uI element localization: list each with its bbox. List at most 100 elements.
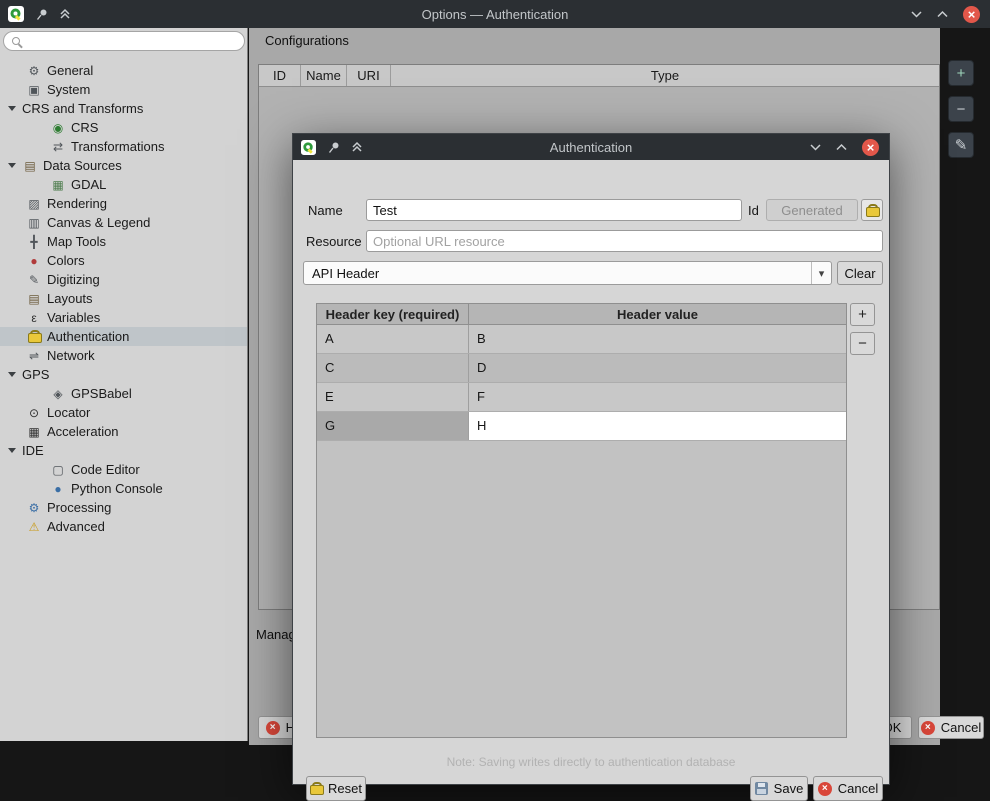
cancel-button[interactable]: Cancel	[918, 716, 984, 739]
clear-button[interactable]: Clear	[837, 261, 883, 285]
header-value-cell[interactable]: F	[469, 383, 846, 411]
cancel-x-icon	[921, 721, 935, 735]
column-header-name[interactable]: Name	[301, 65, 347, 86]
expand-arrow-icon[interactable]	[8, 163, 16, 168]
cancel-label: Cancel	[941, 720, 981, 735]
search-input[interactable]	[26, 34, 236, 49]
header-table: Header key (required) Header value ABCDE…	[316, 303, 847, 738]
sidebar-item-label: CRS	[71, 120, 98, 135]
sidebar-item-code-editor[interactable]: ▢Code Editor	[0, 460, 247, 479]
remove-configuration-button[interactable]: −	[948, 96, 974, 122]
sidebar-item-network[interactable]: ⇌Network	[0, 346, 247, 365]
sidebar-item-ide[interactable]: IDE	[0, 441, 247, 460]
window-title: Options — Authentication	[0, 7, 990, 22]
expand-arrow-icon[interactable]	[8, 372, 16, 377]
sidebar-item-acceleration[interactable]: ▦Acceleration	[0, 422, 247, 441]
pencil-icon: ✎	[955, 136, 968, 154]
sidebar-item-label: General	[47, 63, 93, 78]
sidebar-item-gps[interactable]: GPS	[0, 365, 247, 384]
shade-icon[interactable]	[59, 8, 71, 20]
auth-method-selected: API Header	[312, 266, 379, 281]
cancel-x-icon	[818, 782, 832, 796]
sidebar-item-general[interactable]: ⚙General	[0, 61, 247, 80]
sidebar-item-label: Locator	[47, 405, 90, 420]
column-header-id[interactable]: ID	[259, 65, 301, 86]
header-value-cell[interactable]: B	[469, 325, 846, 353]
id-lock-button[interactable]	[861, 199, 883, 221]
search-box[interactable]	[3, 31, 245, 51]
close-icon[interactable]	[862, 139, 879, 156]
sidebar-item-authentication[interactable]: Authentication	[0, 327, 247, 346]
sidebar-item-layouts[interactable]: ▤Layouts	[0, 289, 247, 308]
globe-icon: ◉	[50, 120, 66, 136]
chevron-up-icon[interactable]	[836, 143, 847, 151]
header-key-cell[interactable]: G	[317, 412, 469, 440]
sidebar-item-label: Acceleration	[47, 424, 119, 439]
column-header-type[interactable]: Type	[391, 65, 939, 86]
sidebar-item-locator[interactable]: ⊙Locator	[0, 403, 247, 422]
sidebar-item-advanced[interactable]: ⚠ Advanced	[0, 517, 247, 536]
shade-icon[interactable]	[351, 141, 363, 153]
chevron-down-icon[interactable]	[911, 10, 922, 18]
sidebar-item-map-tools[interactable]: ╋Map Tools	[0, 232, 247, 251]
chevron-down-icon: ▾	[811, 262, 831, 284]
sidebar-item-variables[interactable]: εVariables	[0, 308, 247, 327]
sidebar-item-transformations[interactable]: ⇄Transformations	[0, 137, 247, 156]
add-configuration-button[interactable]: +	[948, 60, 974, 86]
sidebar-item-label: Advanced	[47, 519, 105, 534]
sidebar-item-label: Python Console	[71, 481, 163, 496]
sidebar-item-colors[interactable]: ●Colors	[0, 251, 247, 270]
edit-configuration-button[interactable]: ✎	[948, 132, 974, 158]
sidebar-item-rendering[interactable]: ▨Rendering	[0, 194, 247, 213]
column-header-value[interactable]: Header value	[469, 304, 846, 325]
authentication-dialog: Authentication Name Id Generated Resourc…	[292, 133, 890, 785]
sidebar-item-digitizing[interactable]: ✎Digitizing	[0, 270, 247, 289]
expand-arrow-icon[interactable]	[8, 106, 16, 111]
header-row[interactable]: CD	[317, 354, 846, 383]
gdal-icon: ▦	[50, 177, 66, 193]
chevron-up-icon[interactable]	[937, 10, 948, 18]
close-icon[interactable]	[963, 6, 980, 23]
save-icon	[755, 782, 768, 795]
name-input[interactable]	[366, 199, 742, 221]
save-note: Note: Saving writes directly to authenti…	[293, 755, 889, 769]
advanced-icon: ⚠	[26, 519, 42, 535]
sidebar-item-python-console[interactable]: ●Python Console	[0, 479, 247, 498]
sidebar-item-crs[interactable]: ◉ CRS	[0, 118, 247, 137]
sidebar-item-canvas-legend[interactable]: ▥Canvas & Legend	[0, 213, 247, 232]
column-header-uri[interactable]: URI	[347, 65, 391, 86]
chevron-down-icon[interactable]	[810, 143, 821, 151]
window-titlebar: Options — Authentication	[0, 0, 990, 28]
add-row-button[interactable]: +	[850, 303, 875, 326]
search-icon	[12, 37, 20, 45]
reset-button[interactable]: Reset	[306, 776, 366, 801]
sidebar-item-system[interactable]: ▣System	[0, 80, 247, 99]
auth-method-select[interactable]: API Header ▾	[303, 261, 832, 285]
manage-text: Manag	[256, 627, 296, 642]
sidebar-item-label: GPS	[22, 367, 49, 382]
expand-arrow-icon[interactable]	[8, 448, 16, 453]
sidebar-item-crs-and-transforms[interactable]: CRS and Transforms	[0, 99, 247, 118]
sidebar-item-data-sources[interactable]: ▤Data Sources	[0, 156, 247, 175]
header-value-cell[interactable]: H	[469, 412, 846, 440]
header-key-cell[interactable]: A	[317, 325, 469, 353]
header-key-cell[interactable]: C	[317, 354, 469, 382]
resource-input[interactable]	[366, 230, 883, 252]
sidebar-item-label: Data Sources	[43, 158, 122, 173]
sidebar-item-label: Authentication	[47, 329, 129, 344]
sidebar-item-gdal[interactable]: ▦GDAL	[0, 175, 247, 194]
layouts-icon: ▤	[26, 291, 42, 307]
dialog-cancel-button[interactable]: Cancel	[813, 776, 883, 801]
sidebar-item-processing[interactable]: ⚙Processing	[0, 498, 247, 517]
pin-icon[interactable]	[35, 8, 48, 21]
header-key-cell[interactable]: E	[317, 383, 469, 411]
save-button[interactable]: Save	[750, 776, 808, 801]
header-row[interactable]: AB	[317, 325, 846, 354]
pin-icon[interactable]	[327, 141, 340, 154]
remove-row-button[interactable]: −	[850, 332, 875, 355]
header-row[interactable]: GH	[317, 412, 846, 441]
sidebar-item-gpsbabel[interactable]: ◈GPSBabel	[0, 384, 247, 403]
column-header-key[interactable]: Header key (required)	[317, 304, 469, 325]
header-value-cell[interactable]: D	[469, 354, 846, 382]
header-row[interactable]: EF	[317, 383, 846, 412]
